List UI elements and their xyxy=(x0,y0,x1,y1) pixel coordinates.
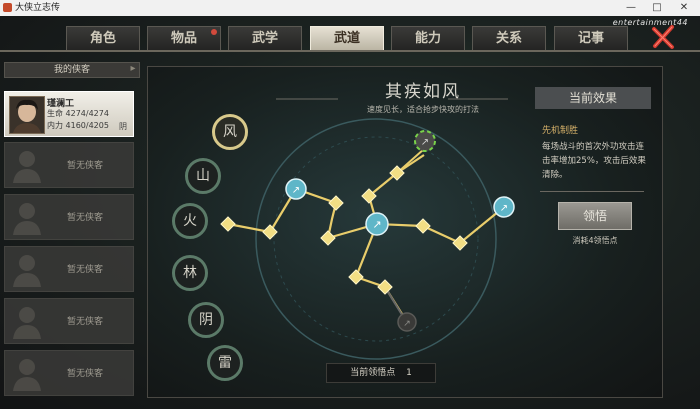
stance-yin[interactable]: 阴 xyxy=(188,302,224,338)
tab-label: 物品 xyxy=(170,31,197,46)
empty-slot-label: 暂无侠客 xyxy=(67,213,104,223)
effect-name: 先机制胜 xyxy=(542,126,579,136)
close-icon[interactable] xyxy=(650,23,678,51)
tab-items[interactable]: 物品 xyxy=(147,26,221,51)
stance-mountain[interactable]: 山 xyxy=(185,158,221,194)
empty-hero-slot[interactable]: 暂无侠客 xyxy=(4,246,134,292)
effect-panel-title: 当前效果 xyxy=(535,87,651,109)
comprehend-cost: 消耗4领悟点 xyxy=(572,236,618,245)
effect-description: 每场战斗的首次外功攻击连击率增加25%，攻击后效果清除。 xyxy=(542,142,646,180)
comprehend-button[interactable]: 领悟 xyxy=(558,202,632,230)
skill-tree-subtitle: 速度见长，适合抢步快攻的打法 xyxy=(367,105,479,114)
hero-portrait-icon xyxy=(10,97,44,133)
hero-slot[interactable]: 瑾澜工 生命 4274/4274 内力 4160/4205 阴 xyxy=(4,91,134,137)
empty-slot-label: 暂无侠客 xyxy=(67,265,104,275)
empty-slot-label: 暂无侠客 xyxy=(67,161,104,171)
tab-divider xyxy=(0,50,700,52)
window-titlebar: 大侠立志传 — □ ✕ xyxy=(0,0,700,16)
tab-label: 角色 xyxy=(89,31,116,46)
empty-hero-slot[interactable]: 暂无侠客 xyxy=(4,298,134,344)
tab-martial-path[interactable]: 武道 xyxy=(310,26,384,51)
points-label: 当前领悟点 xyxy=(350,368,396,378)
empty-avatar-icon xyxy=(13,359,41,391)
svg-text:↗: ↗ xyxy=(421,137,429,148)
tab-character[interactable]: 角色 xyxy=(66,26,140,51)
points-bar: 当前领悟点 1 xyxy=(326,363,436,383)
svg-text:↗: ↗ xyxy=(500,203,508,214)
maximize-button[interactable]: □ xyxy=(644,0,670,16)
chevron-right-icon[interactable]: ▸ xyxy=(128,62,138,76)
avatar xyxy=(9,96,45,134)
svg-text:↗: ↗ xyxy=(372,218,381,231)
window-title: 大侠立志传 xyxy=(15,3,61,13)
empty-slot-label: 暂无侠客 xyxy=(67,317,104,327)
tab-martial-arts[interactable]: 武学 xyxy=(228,26,302,51)
stance-forest[interactable]: 林 xyxy=(172,255,208,291)
empty-avatar-icon xyxy=(13,203,41,235)
window-close-button[interactable]: ✕ xyxy=(671,0,697,16)
points-value: 1 xyxy=(406,368,412,378)
tab-label: 关系 xyxy=(495,31,522,46)
skill-tree-title: 其疾如风 xyxy=(385,82,461,102)
skill-icon-nodes: ↗ ↗ ↗ ↗ ↗ xyxy=(285,130,515,332)
empty-avatar-icon xyxy=(13,307,41,339)
notification-dot xyxy=(211,29,217,35)
tab-label: 记事 xyxy=(577,31,604,46)
svg-text:↗: ↗ xyxy=(403,319,411,329)
app-icon xyxy=(3,3,12,12)
tab-abilities[interactable]: 能力 xyxy=(391,26,465,51)
tab-label: 武道 xyxy=(333,31,360,46)
empty-slot-label: 暂无侠客 xyxy=(67,369,104,379)
empty-hero-slot[interactable]: 暂无侠客 xyxy=(4,350,134,396)
stance-fire[interactable]: 火 xyxy=(172,203,208,239)
hero-hp: 生命 4274/4274 xyxy=(47,109,109,118)
empty-avatar-icon xyxy=(13,255,41,287)
hero-mp: 内力 4160/4205 xyxy=(47,121,109,130)
effect-divider xyxy=(540,191,644,192)
tab-journal[interactable]: 记事 xyxy=(554,26,628,51)
empty-avatar-icon xyxy=(13,151,41,183)
empty-hero-slot[interactable]: 暂无侠客 xyxy=(4,142,134,188)
hero-stance: 阴 xyxy=(119,122,127,131)
minimize-button[interactable]: — xyxy=(618,0,644,16)
stance-wind[interactable]: 风 xyxy=(212,114,248,150)
stance-thunder[interactable]: 雷 xyxy=(207,345,243,381)
tab-label: 能力 xyxy=(414,31,441,46)
empty-hero-slot[interactable]: 暂无侠客 xyxy=(4,194,134,240)
tree-ring xyxy=(273,136,479,342)
tab-relations[interactable]: 关系 xyxy=(472,26,546,51)
sidebar-header: 我的侠客 xyxy=(4,62,140,78)
skill-tree-panel: ↗ ↗ ↗ ↗ ↗ 其疾如风 速度见长，适合抢步快攻的打法 风 山 火 林 阴 … xyxy=(147,66,663,398)
tab-label: 武学 xyxy=(251,31,278,46)
game-screen: entertainment44 角色 物品 武学 武道 能力 关系 记事 ◂ 我… xyxy=(0,16,700,409)
svg-text:↗: ↗ xyxy=(292,185,300,196)
